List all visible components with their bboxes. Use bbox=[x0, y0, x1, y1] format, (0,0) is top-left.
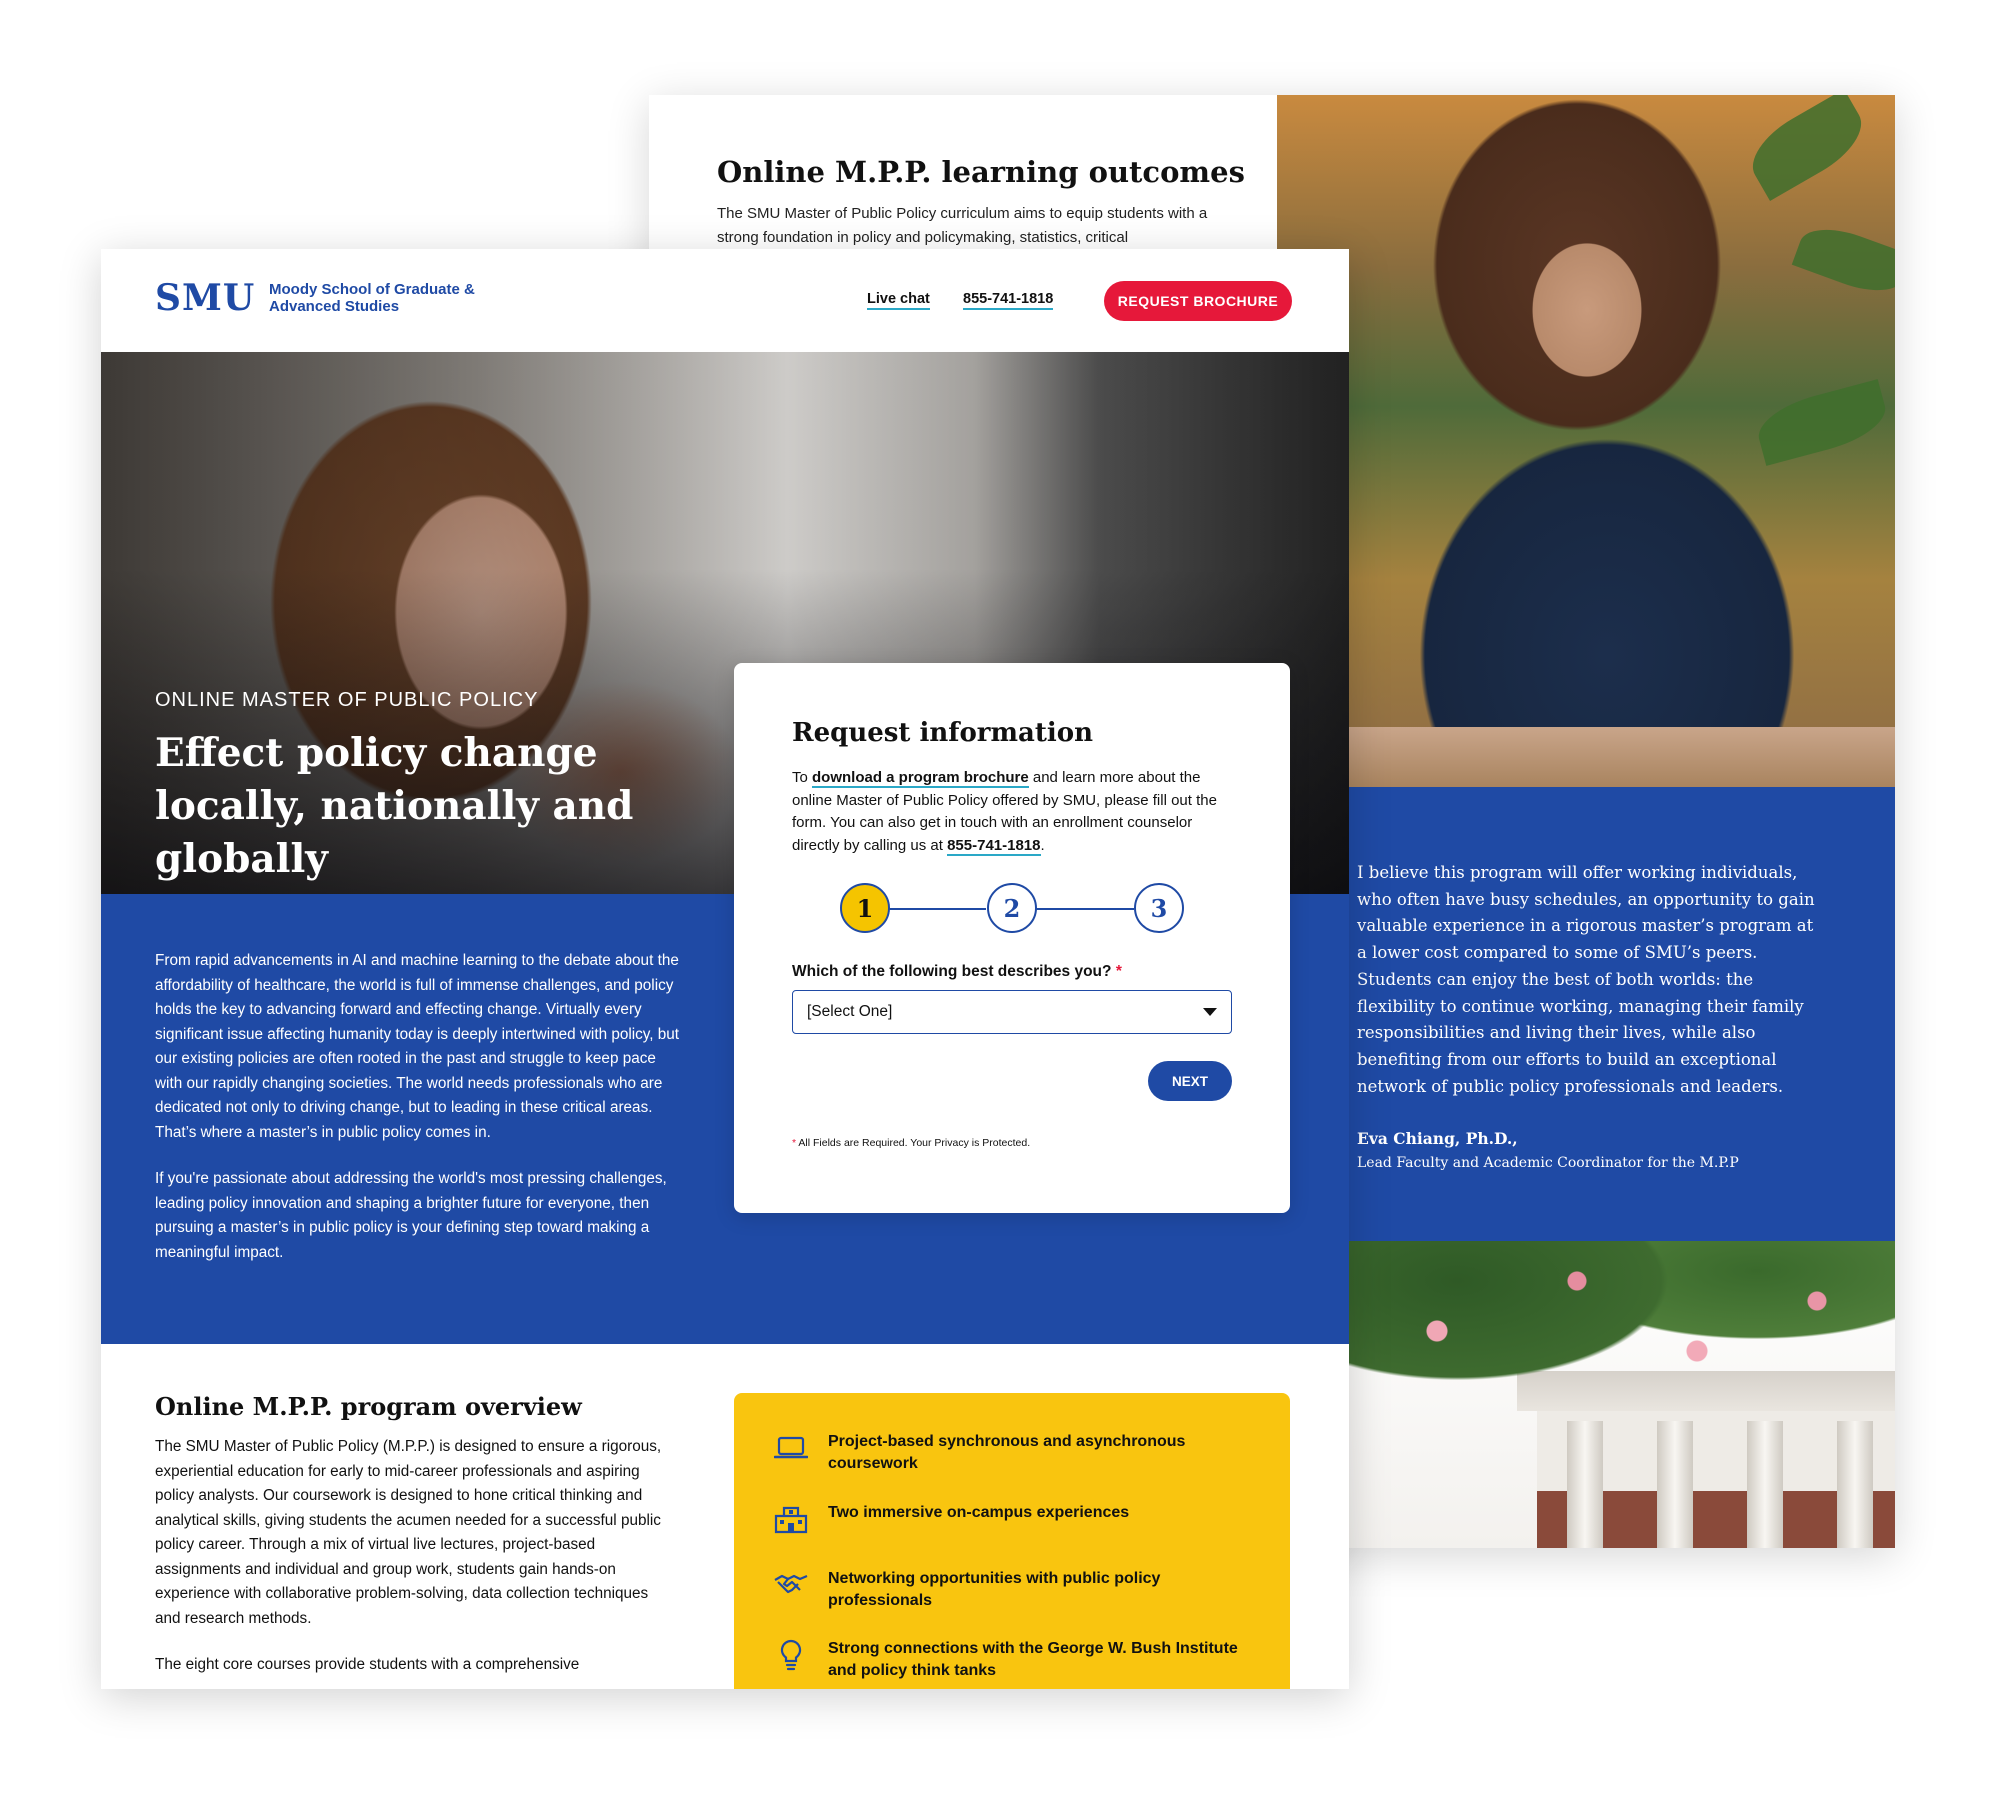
step-3: 3 bbox=[1134, 883, 1184, 933]
overview-paragraph-2: The eight core courses provide students … bbox=[155, 1656, 580, 1673]
student-photo bbox=[1277, 95, 1895, 787]
site-header: SMU Moody School of Graduate & Advanced … bbox=[101, 249, 1349, 352]
download-brochure-link[interactable]: download a program brochure bbox=[812, 769, 1029, 788]
request-brochure-button[interactable]: REQUEST BROCHURE bbox=[1104, 281, 1292, 321]
form-title: Request information bbox=[792, 718, 1093, 748]
laptop-icon bbox=[774, 1433, 808, 1463]
overview-paragraph-1: The SMU Master of Public Policy (M.P.P.)… bbox=[155, 1438, 662, 1627]
step-1: 1 bbox=[840, 883, 890, 933]
feature-text: Project-based synchronous and asynchrono… bbox=[828, 1433, 1186, 1472]
question-label: Which of the following best describes yo… bbox=[792, 963, 1122, 980]
form-phone-link[interactable]: 855-741-1818 bbox=[947, 836, 1041, 856]
form-description: To download a program brochure and learn… bbox=[792, 769, 1217, 856]
smu-logo[interactable]: SMU bbox=[155, 277, 255, 319]
school-name: Moody School of Graduate & Advanced Stud… bbox=[269, 281, 475, 315]
intro-paragraph-1: From rapid advancements in AI and machin… bbox=[155, 952, 680, 1141]
select-value: [Select One] bbox=[807, 1003, 893, 1020]
learning-outcomes-section: Online M.P.P. learning outcomes The SMU … bbox=[649, 95, 1277, 248]
campus-photo bbox=[1277, 1241, 1895, 1548]
program-features: Project-based synchronous and asynchrono… bbox=[734, 1393, 1290, 1689]
caret-down-icon bbox=[1203, 1008, 1217, 1016]
header-phone-link[interactable]: 855-741-1818 bbox=[963, 291, 1054, 310]
required-mark: * bbox=[1115, 963, 1122, 980]
testimonial-name: Eva Chiang, Ph.D., bbox=[1357, 1129, 1518, 1148]
intro-paragraph-2: If you're passionate about addressing th… bbox=[155, 1170, 667, 1261]
hero-eyebrow: ONLINE MASTER OF PUBLIC POLICY bbox=[155, 689, 539, 711]
live-chat-link[interactable]: Live chat bbox=[867, 291, 930, 310]
hero-title: Effect policy change locally, nationally… bbox=[155, 730, 634, 882]
handshake-icon bbox=[774, 1570, 808, 1600]
request-info-form: Request information To download a progra… bbox=[734, 663, 1290, 1213]
feature-text: Networking opportunities with public pol… bbox=[828, 1570, 1161, 1609]
overview-text: The SMU Master of Public Policy (M.P.P.)… bbox=[155, 1435, 675, 1689]
intro-text: From rapid advancements in AI and machin… bbox=[155, 949, 680, 1287]
feature-text: Strong connections with the George W. Bu… bbox=[828, 1640, 1238, 1679]
next-button[interactable]: NEXT bbox=[1148, 1061, 1232, 1101]
overview-title: Online M.P.P. program overview bbox=[155, 1392, 582, 1421]
privacy-note: * All Fields are Required. Your Privacy … bbox=[792, 1137, 1031, 1149]
feature-text: Two immersive on-campus experiences bbox=[828, 1504, 1130, 1521]
lightbulb-icon bbox=[774, 1639, 808, 1671]
describes-you-select[interactable]: [Select One] bbox=[792, 990, 1232, 1034]
learning-outcomes-body: The SMU Master of Public Policy curricul… bbox=[717, 205, 1208, 246]
front-page: SMU Moody School of Graduate & Advanced … bbox=[101, 249, 1349, 1689]
step-2: 2 bbox=[987, 883, 1037, 933]
form-steps: 1 2 3 bbox=[840, 883, 1184, 933]
building-icon bbox=[774, 1504, 808, 1534]
learning-outcomes-title: Online M.P.P. learning outcomes bbox=[717, 155, 1245, 189]
testimonial-role: Lead Faculty and Academic Coordinator fo… bbox=[1357, 1155, 1739, 1171]
testimonial-quote: I believe this program will offer workin… bbox=[1357, 863, 1815, 1096]
